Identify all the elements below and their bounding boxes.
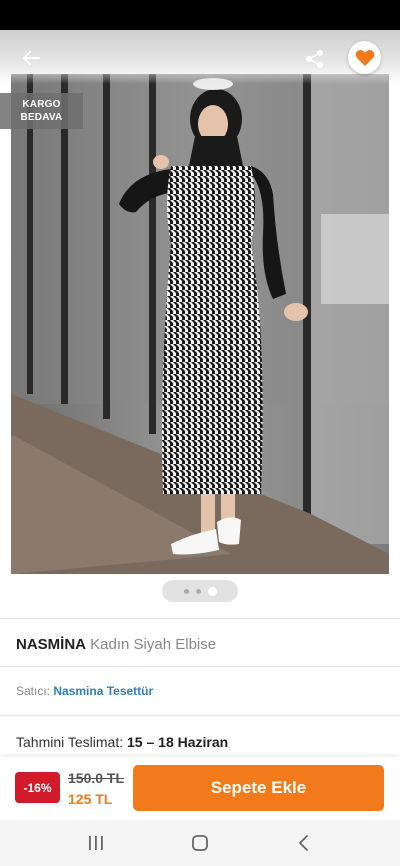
share-button[interactable]	[300, 44, 330, 74]
old-price: 150.0 TL	[68, 770, 125, 786]
status-bar	[0, 0, 400, 30]
delivery-label: Tahmini Teslimat:	[16, 734, 124, 750]
current-price: 125 TL	[68, 791, 113, 807]
add-to-cart-button[interactable]: Sepete Ekle	[133, 765, 384, 811]
divider	[0, 666, 400, 667]
badge-line-1: KARGO	[22, 99, 61, 110]
purchase-bar: -16% 150.0 TL 125 TL Sepete Ekle	[0, 757, 400, 820]
divider	[0, 715, 400, 716]
gallery-dot-active[interactable]	[207, 586, 217, 596]
seller-row: Satıcı: Nasmina Tesettür	[16, 684, 153, 698]
product-photo[interactable]	[11, 74, 389, 574]
home-button[interactable]	[187, 830, 213, 856]
discount-badge: -16%	[15, 772, 60, 803]
recents-icon	[89, 836, 103, 850]
share-icon	[306, 50, 323, 68]
arrow-left-icon	[23, 51, 40, 65]
gallery-dot[interactable]	[183, 588, 189, 594]
brand-name[interactable]: NASMİNA	[16, 636, 86, 653]
product-name: Kadın Siyah Elbise	[90, 636, 217, 653]
system-navigation-bar	[0, 820, 400, 866]
delivery-dates: 15 – 18 Haziran	[127, 734, 229, 750]
seller-label: Satıcı:	[16, 684, 51, 698]
back-chevron-icon	[299, 835, 308, 851]
recents-button[interactable]	[83, 830, 109, 856]
divider	[0, 618, 400, 619]
gallery-indicator[interactable]	[162, 580, 238, 602]
delivery-estimate: Tahmini Teslimat: 15 – 18 Haziran	[16, 734, 228, 750]
favorite-button[interactable]	[348, 41, 381, 74]
seller-link[interactable]: Nasmina Tesettür	[53, 684, 153, 698]
heart-icon	[355, 49, 374, 66]
badge-line-2: BEDAVA	[20, 112, 63, 123]
gallery-dot[interactable]	[195, 588, 201, 594]
home-icon	[192, 835, 208, 851]
free-shipping-badge: KARGO BEDAVA	[0, 93, 83, 129]
back-button[interactable]	[16, 44, 46, 72]
system-back-button[interactable]	[291, 830, 317, 856]
product-title: NASMİNA Kadın Siyah Elbise	[16, 636, 216, 653]
top-bar	[0, 30, 400, 84]
